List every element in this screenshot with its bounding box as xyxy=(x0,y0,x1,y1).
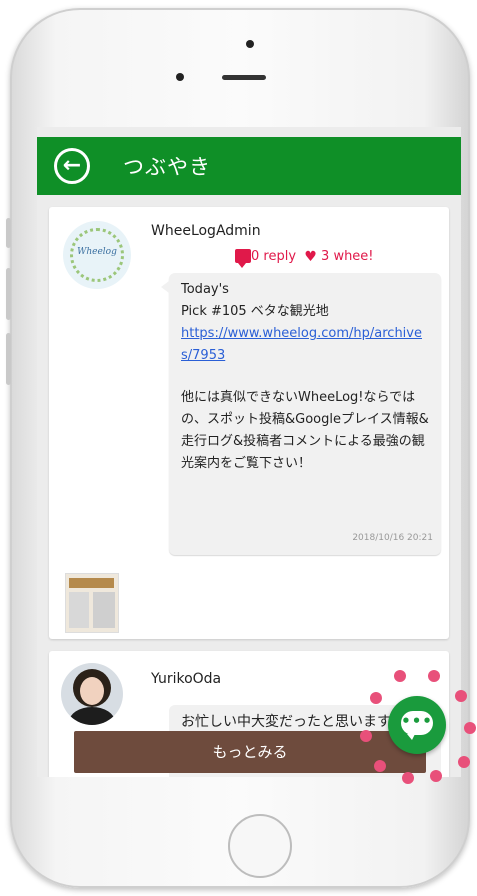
post-image-thumbnail[interactable] xyxy=(65,573,119,633)
front-camera xyxy=(176,73,184,81)
app-bar: ← つぶやき xyxy=(37,137,461,195)
post-username[interactable]: WheeLogAdmin xyxy=(151,223,261,239)
chat-bubble-icon: ••• xyxy=(401,711,433,740)
earpiece-speaker xyxy=(222,75,266,80)
post-meta: 0 reply ♥ 3 whee! xyxy=(235,249,374,268)
whee-label[interactable]: whee! xyxy=(333,249,373,264)
chat-fab-button[interactable]: ••• xyxy=(388,696,446,754)
page-title: つぶやき xyxy=(123,155,211,179)
decoration-dot xyxy=(428,670,440,682)
volume-up-button xyxy=(6,268,11,320)
reply-label[interactable]: reply xyxy=(263,249,296,264)
post-line-2: Pick #105 ベタな観光地 xyxy=(181,304,329,319)
decoration-dot xyxy=(430,770,442,782)
decoration-dot xyxy=(464,722,476,734)
post-card: Wheelog WheeLogAdmin 0 reply ♥ 3 whee! T… xyxy=(49,207,449,639)
volume-down-button xyxy=(6,333,11,385)
camera-dot xyxy=(246,40,254,48)
post-line-1: Today's xyxy=(181,282,229,297)
avatar-logo-text: Wheelog xyxy=(77,247,117,257)
post-timestamp: 2018/10/16 20:21 xyxy=(352,533,433,543)
avatar[interactable]: Wheelog xyxy=(63,221,131,289)
post-username[interactable]: YurikoOda xyxy=(151,671,221,687)
decoration-dot xyxy=(402,772,414,784)
post-bubble: Today's Pick #105 ベタな観光地 https://www.whe… xyxy=(161,273,441,555)
post-link[interactable]: https://www.wheelog.com/hp/archives/7953 xyxy=(181,323,431,367)
whee-count: 3 xyxy=(321,249,330,264)
decoration-dot xyxy=(394,670,406,682)
home-button[interactable] xyxy=(228,814,292,878)
decoration-dot xyxy=(458,756,470,768)
chat-fab-container: ••• xyxy=(358,668,477,788)
decoration-dot xyxy=(370,692,382,704)
avatar[interactable] xyxy=(61,663,123,725)
back-arrow-icon[interactable]: ← xyxy=(54,148,90,184)
reply-count: 0 xyxy=(251,249,260,264)
mute-switch xyxy=(6,218,11,248)
comment-icon[interactable] xyxy=(235,249,251,268)
post-body: 他には真似できないWheeLog!ならではの、スポット投稿&Googleプレイス… xyxy=(181,390,429,471)
heart-icon[interactable]: ♥ xyxy=(304,249,317,265)
decoration-dot xyxy=(455,690,467,702)
decoration-dot xyxy=(360,730,372,742)
decoration-dot xyxy=(374,760,386,772)
